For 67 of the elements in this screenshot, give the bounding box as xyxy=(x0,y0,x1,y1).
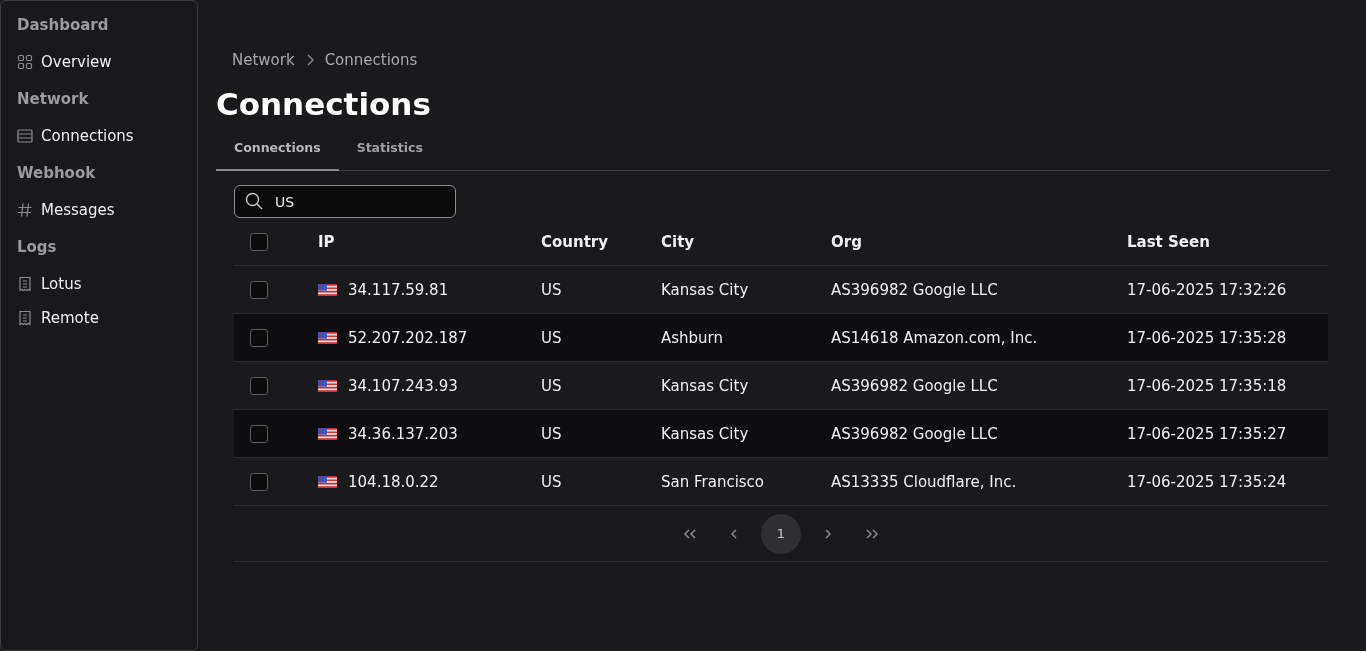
ip-address: 34.36.137.203 xyxy=(348,424,458,443)
page-title: Connections xyxy=(216,85,432,124)
table-cell: Kansas City xyxy=(661,409,831,458)
flag-icon xyxy=(318,331,337,344)
sidebar-heading: Webhook xyxy=(17,163,97,184)
table-cell: Kansas City xyxy=(661,361,831,410)
column-header: Org xyxy=(831,218,1127,266)
ip-address: 34.107.243.93 xyxy=(348,376,458,395)
flag-icon xyxy=(318,427,337,440)
server-icon xyxy=(17,128,33,144)
table-cell: 17-06-2025 17:35:24 xyxy=(1127,457,1328,506)
tab[interactable]: Connections xyxy=(216,130,339,171)
table-cell: US xyxy=(541,457,661,506)
table-cell: US xyxy=(541,313,661,362)
sidebar-item[interactable]: Remote xyxy=(17,301,189,335)
breadcrumb-link[interactable]: Connections xyxy=(324,51,418,69)
grid-icon xyxy=(17,54,33,70)
ip-address: 52.207.202.187 xyxy=(348,328,468,347)
flag-icon xyxy=(318,283,337,296)
table-cell: AS14618 Amazon.com, Inc. xyxy=(831,313,1127,362)
table-cell: US xyxy=(541,265,661,314)
tab[interactable]: Statistics xyxy=(338,130,441,171)
row-checkbox[interactable] xyxy=(250,376,268,395)
row-checkbox[interactable] xyxy=(250,328,268,347)
search-field[interactable]: US xyxy=(234,185,456,218)
row-checkbox[interactable] xyxy=(250,472,268,491)
row-checkbox[interactable] xyxy=(250,424,268,443)
hash-icon xyxy=(17,202,33,218)
table-cell: 17-06-2025 17:35:27 xyxy=(1127,409,1328,458)
ip-address: 104.18.0.22 xyxy=(348,472,439,491)
page-button[interactable]: 1 xyxy=(761,513,801,554)
chevron-right-icon xyxy=(824,527,832,540)
column-header: Country xyxy=(541,218,661,266)
table-cell: US xyxy=(541,361,661,410)
breadcrumb-link[interactable]: Network xyxy=(232,51,295,69)
table-cell: 17-06-2025 17:32:26 xyxy=(1127,265,1328,314)
table-cell: Kansas City xyxy=(661,265,831,314)
table-cell: AS396982 Google LLC xyxy=(831,265,1127,314)
table-cell: US xyxy=(541,409,661,458)
table-cell: AS396982 Google LLC xyxy=(831,409,1127,458)
double-chevron-right-icon xyxy=(865,527,879,540)
receipt-icon xyxy=(17,310,33,326)
sidebar-item[interactable]: Overview xyxy=(17,45,189,79)
sidebar-item[interactable]: Lotus xyxy=(17,267,189,301)
sidebar-heading: Logs xyxy=(17,237,58,258)
chevron-left-icon xyxy=(730,527,738,540)
flag-icon xyxy=(318,379,337,392)
select-all-checkbox[interactable] xyxy=(250,232,268,251)
table-cell: 17-06-2025 17:35:18 xyxy=(1127,361,1328,410)
column-header: Last Seen xyxy=(1127,218,1328,266)
table-cell: AS13335 Cloudflare, Inc. xyxy=(831,457,1127,506)
flag-icon xyxy=(318,475,337,488)
table-cell: Ashburn xyxy=(661,313,831,362)
table-cell: 17-06-2025 17:35:28 xyxy=(1127,313,1328,362)
table-cell: AS396982 Google LLC xyxy=(831,361,1127,410)
sidebar-item[interactable]: Connections xyxy=(17,119,189,153)
receipt-icon xyxy=(17,276,33,292)
sidebar-heading: Dashboard xyxy=(17,15,110,36)
ip-address: 34.117.59.81 xyxy=(348,280,449,299)
sidebar-heading: Network xyxy=(17,89,90,110)
table-cell: San Francisco xyxy=(661,457,831,506)
column-header: City xyxy=(661,218,831,266)
column-header: IP xyxy=(318,218,541,266)
search-icon xyxy=(245,192,263,210)
double-chevron-left-icon xyxy=(683,527,697,540)
sidebar-item[interactable]: Messages xyxy=(17,193,189,227)
row-checkbox[interactable] xyxy=(250,280,268,299)
